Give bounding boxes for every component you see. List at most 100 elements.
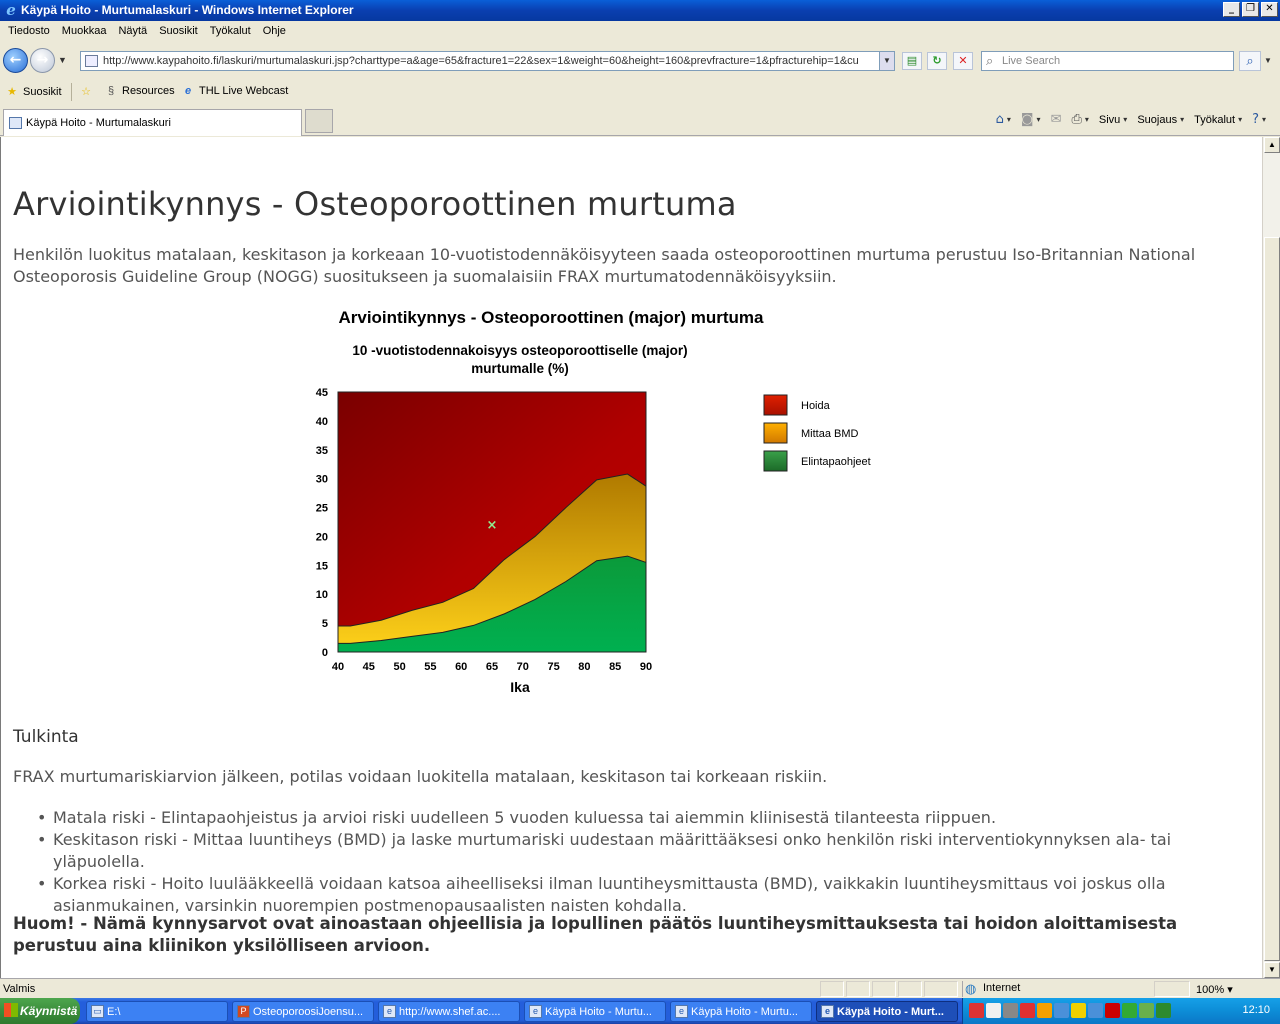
task-explorer[interactable]: ▭ E:\ <box>86 1001 228 1022</box>
legend-label: Mittaa BMD <box>801 428 859 440</box>
security-zone[interactable]: ◍ Internet <box>962 981 1152 997</box>
search-go-button[interactable]: ⌕ <box>1239 51 1261 71</box>
safety-menu-label: Suojaus <box>1137 113 1178 126</box>
print-button[interactable]: ⎙ ▾ <box>1071 112 1088 127</box>
minimize-button[interactable]: _ <box>1223 2 1240 17</box>
menu-view[interactable]: Näytä <box>112 21 153 43</box>
restore-button[interactable]: ❐ <box>1242 2 1259 17</box>
menu-file[interactable]: Tiedosto <box>2 21 56 43</box>
favorite-link-label: THL Live Webcast <box>199 85 289 97</box>
tray-icon[interactable] <box>1020 1003 1035 1018</box>
start-button[interactable]: Käynnistä <box>0 998 80 1024</box>
home-button[interactable]: ⌂ ▾ <box>996 112 1011 127</box>
rss-icon: ◙ <box>1020 112 1034 127</box>
tray-icon[interactable] <box>1054 1003 1069 1018</box>
tab-page-icon <box>9 117 22 129</box>
compatibility-view-icon[interactable]: ▤ <box>902 52 922 70</box>
tray-icon[interactable] <box>1037 1003 1052 1018</box>
feeds-button[interactable]: ◙ ▾ <box>1021 112 1041 127</box>
status-cell <box>898 981 922 997</box>
scroll-down-arrow-icon[interactable]: ▼ <box>1264 962 1280 978</box>
legend-label: Elintapaohjeet <box>801 456 871 468</box>
safety-menu-button[interactable]: Suojaus ▾ <box>1137 114 1184 126</box>
legend-label: Hoida <box>801 400 831 412</box>
scroll-thumb[interactable] <box>1264 237 1280 961</box>
scroll-up-arrow-icon[interactable]: ▲ <box>1264 137 1280 153</box>
page-menu-button[interactable]: Sivu ▾ <box>1099 114 1127 126</box>
vertical-scrollbar[interactable]: ▲ ▼ <box>1262 137 1280 978</box>
address-toolbar: ← → ▼ http://www.kaypahoito.fi/laskuri/m… <box>0 43 1280 79</box>
search-input[interactable]: ⌕ Live Search <box>981 51 1234 71</box>
legend-swatch <box>763 450 788 472</box>
back-button[interactable]: ← <box>3 48 28 73</box>
risk-item-low: Matala riski - Elintapaohjeistus ja arvi… <box>37 807 1233 829</box>
menu-tools[interactable]: Työkalut <box>204 21 257 43</box>
task-label: Käypä Hoito - Murt... <box>837 1006 944 1018</box>
close-button[interactable]: ✕ <box>1261 2 1278 17</box>
tray-icon[interactable] <box>1105 1003 1120 1018</box>
task-label: http://www.shef.ac.... <box>399 1006 501 1018</box>
ie-icon: e <box>383 1005 396 1018</box>
tab-murtumalaskuri[interactable]: Käypä Hoito - Murtumalaskuri <box>3 109 302 136</box>
favorites-button[interactable]: ★ Suosikit <box>4 85 62 98</box>
mail-button[interactable]: ✉ <box>1051 112 1062 127</box>
status-cell <box>872 981 896 997</box>
favorites-label: Suosikit <box>23 86 62 98</box>
zoom-level[interactable]: 100% ▾ <box>1196 983 1233 996</box>
x-tick-label: 70 <box>517 661 529 673</box>
page-icon <box>85 55 98 67</box>
tray-icon[interactable] <box>1156 1003 1171 1018</box>
tray-icon[interactable] <box>1122 1003 1137 1018</box>
protected-mode-cell[interactable] <box>1154 981 1190 997</box>
y-tick-label: 40 <box>316 416 328 428</box>
refresh-icon[interactable]: ↻ <box>927 52 947 70</box>
intro-paragraph: Henkilön luokitus matalaan, keskitason j… <box>13 245 1196 286</box>
task-ie-kaypahoito-1[interactable]: e Käypä Hoito - Murtu... <box>524 1001 666 1022</box>
menu-favorites[interactable]: Suosikit <box>153 21 204 43</box>
disclaimer-note: Huom! - Nämä kynnysarvot ovat ainoastaan… <box>13 914 1178 955</box>
x-tick-label: 55 <box>424 661 436 673</box>
tray-icon[interactable] <box>1088 1003 1103 1018</box>
tray-icon[interactable] <box>986 1003 1001 1018</box>
x-tick-label: 60 <box>455 661 467 673</box>
task-ie-kaypahoito-2[interactable]: e Käypä Hoito - Murtu... <box>670 1001 812 1022</box>
zoom-label: 100% <box>1196 984 1225 996</box>
add-favorite-button[interactable]: ☆ <box>78 85 97 98</box>
menu-edit[interactable]: Muokkaa <box>56 21 113 43</box>
help-button[interactable]: ? ▾ <box>1252 112 1266 127</box>
tray-icon[interactable] <box>1139 1003 1154 1018</box>
tray-icon[interactable] <box>969 1003 984 1018</box>
page-menu-label: Sivu <box>1098 113 1121 126</box>
y-tick-label: 30 <box>316 474 328 486</box>
tray-icon[interactable] <box>1071 1003 1086 1018</box>
stop-icon[interactable]: ✕ <box>953 52 973 70</box>
search-icon: ⌕ <box>986 53 994 68</box>
forward-button[interactable]: → <box>30 48 55 73</box>
y-tick-label: 5 <box>322 618 328 630</box>
recent-pages-dropdown[interactable]: ▼ <box>58 55 67 65</box>
tools-menu-button[interactable]: Työkalut ▾ <box>1194 114 1242 126</box>
start-label: Käynnistä <box>20 1004 78 1018</box>
favorite-link-resources[interactable]: § Resources <box>103 85 175 97</box>
tab-row: Käypä Hoito - Murtumalaskuri ⌂ ▾ ◙ ▾ ✉ ⎙ ▾ … <box>0 106 1280 136</box>
menu-help[interactable]: Ohje <box>257 21 292 43</box>
favorites-separator <box>71 83 72 101</box>
chart-subtitle-line-2: murtumalle (%) <box>471 361 569 376</box>
task-ie-shef[interactable]: e http://www.shef.ac.... <box>378 1001 520 1022</box>
address-input[interactable]: http://www.kaypahoito.fi/laskuri/murtuma… <box>80 51 895 71</box>
favorite-link-thl[interactable]: e THL Live Webcast <box>180 85 288 97</box>
y-tick-label: 35 <box>316 445 328 457</box>
task-ie-kaypahoito-active[interactable]: e Käypä Hoito - Murt... <box>816 1001 958 1022</box>
x-tick-label: 85 <box>609 661 621 673</box>
search-options-dropdown[interactable]: ▼ <box>1264 56 1272 65</box>
globe-icon: ◍ <box>965 981 977 996</box>
status-bar: Valmis ◍ Internet 100% ▾ <box>0 978 1280 998</box>
tray-icon[interactable] <box>1003 1003 1018 1018</box>
task-powerpoint[interactable]: P OsteoporoosiJoensu... <box>232 1001 374 1022</box>
x-tick-label: 65 <box>486 661 498 673</box>
window-title: Käypä Hoito - Murtumalaskuri - Windows I… <box>21 3 354 17</box>
command-bar: ⌂ ▾ ◙ ▾ ✉ ⎙ ▾ Sivu ▾ Suojaus ▾ Työkalut ▾ ? ▾ <box>996 112 1280 127</box>
new-tab-button[interactable] <box>305 109 333 133</box>
risk-item-high: Korkea riski - Hoito luulääkkeellä voida… <box>37 873 1233 917</box>
address-dropdown-button[interactable]: ▼ <box>879 52 894 70</box>
